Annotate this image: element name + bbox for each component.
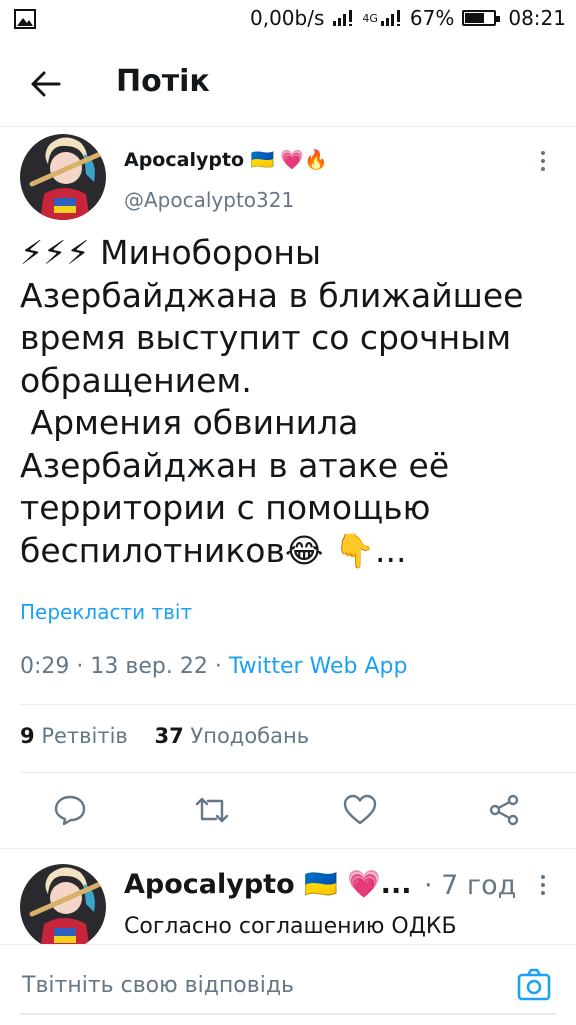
section-separator: [0, 848, 576, 849]
reply-input-placeholder[interactable]: Твітніть свою відповідь: [22, 973, 294, 998]
composer-underline: [20, 1013, 556, 1015]
author-emojis: 🇺🇦 💗🔥: [250, 149, 328, 171]
camera-icon[interactable]: [516, 967, 552, 1003]
battery-icon: [462, 10, 501, 26]
reply-text: Согласно соглашению ОДКБ: [124, 914, 457, 939]
tweet-actions: [0, 780, 576, 844]
network-type: 4G: [362, 11, 378, 25]
share-button[interactable]: [484, 790, 524, 830]
status-bar: 0,00b/s 4G 67% 08:21: [0, 0, 576, 40]
tweet-text-line: время выступит со срочным: [20, 318, 512, 357]
retweets-label: Ретвітів: [41, 724, 128, 748]
divider: [20, 772, 576, 773]
app-header: Потік: [0, 40, 576, 127]
tweet-text-line: Азербайджан в атаке её: [20, 445, 450, 485]
tweet-date: 13 вер. 22: [90, 654, 208, 679]
tweet-text-line: беспилотников😂 👇...: [20, 530, 407, 570]
tweet-time: 0:29: [20, 654, 70, 679]
tweet-text-line: обращением.: [20, 360, 252, 400]
avatar-image: [20, 134, 106, 220]
tweet-text-line: ⚡⚡⚡ Минобороны: [20, 233, 321, 272]
gallery-notification-icon: [14, 9, 36, 29]
back-button[interactable]: [26, 64, 66, 104]
retweets-stat[interactable]: 9 Ретвітів: [20, 724, 128, 748]
reply-author-emojis: 🇺🇦 💗...: [304, 869, 412, 900]
likes-count: 37: [154, 724, 184, 748]
tweet-source-link[interactable]: Twitter Web App: [229, 654, 408, 679]
comment-icon: [54, 795, 86, 826]
wifi-signal-icon: [333, 10, 353, 26]
page-title: Потік: [116, 64, 210, 99]
reply-author-name[interactable]: Apocalypto 🇺🇦 💗...: [124, 868, 411, 900]
cell-signal-icon: [380, 10, 400, 26]
tweet-stats: 9 Ретвітів 37 Уподобань: [20, 724, 309, 748]
tweet-meta: 0:29 · 13 вер. 22 · Twitter Web App: [20, 654, 408, 679]
arrow-left-icon: [31, 71, 61, 97]
tweet-text-line: территории с помощью: [20, 488, 431, 527]
reply-author-name-text: Apocalypto: [124, 869, 295, 900]
reply-time: · 7 год: [424, 870, 517, 901]
tweet-text-line: Армения обвинила: [20, 403, 359, 442]
battery-percent: 67%: [409, 6, 455, 30]
heart-icon: [343, 794, 377, 825]
reply-composer[interactable]: Твітніть свою відповідь: [0, 944, 576, 1025]
author-handle[interactable]: @Apocalypto321: [124, 188, 294, 212]
translate-tweet-link[interactable]: Перекласти твіт: [20, 600, 192, 624]
tweet-text-line: Азербайджана в ближайшее: [20, 275, 524, 315]
divider: [20, 704, 576, 705]
author-name[interactable]: Apocalypto 🇺🇦 💗🔥: [124, 148, 328, 171]
reply-more-options-icon[interactable]: [533, 870, 553, 900]
network-speed: 0,00b/s: [249, 6, 325, 30]
share-icon: [489, 794, 519, 826]
retweet-icon: [195, 797, 229, 823]
retweets-count: 9: [20, 724, 35, 748]
like-button[interactable]: [340, 790, 380, 830]
author-avatar[interactable]: [20, 134, 106, 220]
reply-author-avatar[interactable]: [20, 864, 106, 950]
avatar-image: [20, 864, 106, 950]
likes-stat[interactable]: 37 Уподобань: [155, 724, 310, 748]
clock: 08:21: [508, 6, 566, 30]
more-options-icon[interactable]: [533, 146, 553, 176]
reply-button[interactable]: [50, 790, 90, 830]
author-name-text: Apocalypto: [124, 149, 245, 171]
tweet-text: ⚡⚡⚡ Минобороны Азербайджана в ближайшее вр…: [20, 232, 550, 572]
likes-label: Уподобань: [190, 724, 310, 748]
retweet-button[interactable]: [192, 790, 232, 830]
